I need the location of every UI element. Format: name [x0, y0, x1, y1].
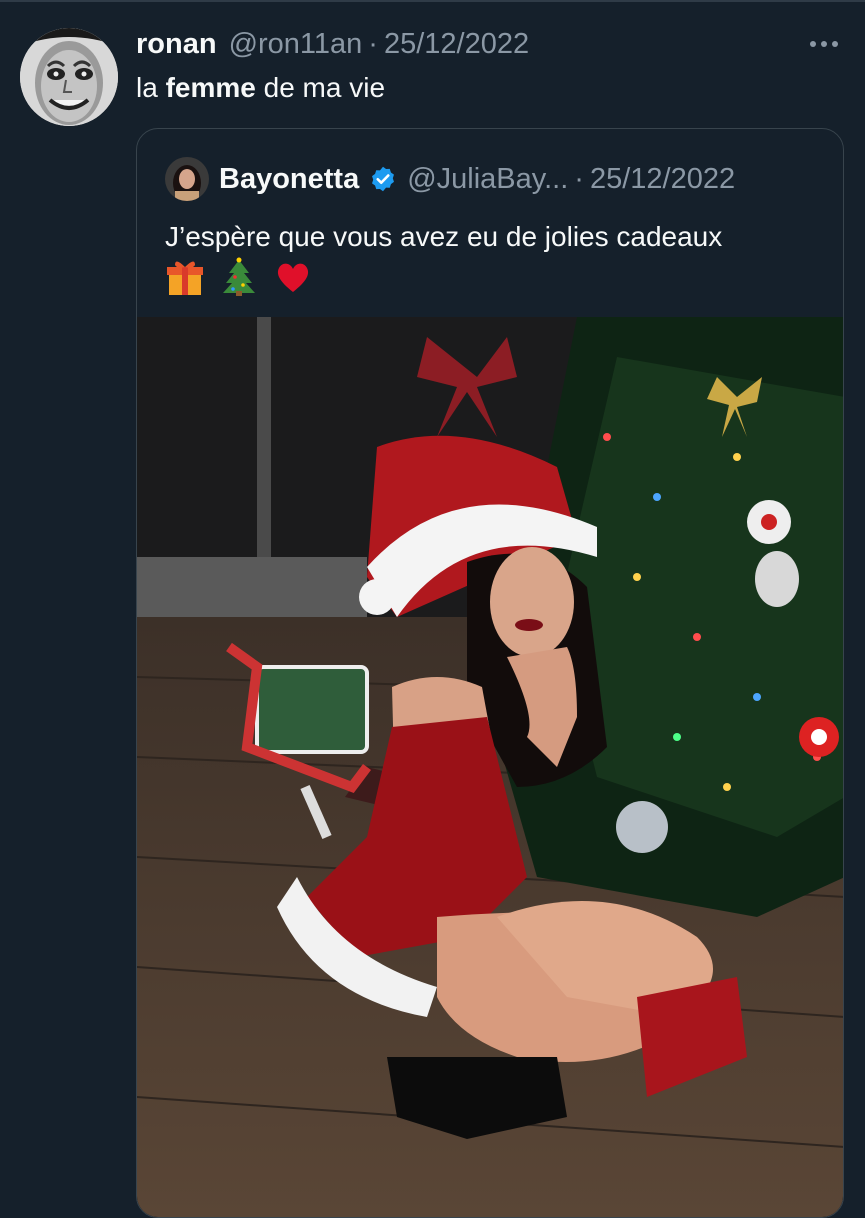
emoji-row	[165, 255, 313, 299]
avatar[interactable]	[20, 28, 118, 126]
quoted-text: J’espère que vous avez eu de jolies cade…	[165, 221, 723, 252]
quoted-avatar-image	[165, 157, 209, 201]
red-heart-icon	[277, 263, 309, 292]
avatar-image	[20, 28, 118, 126]
tweet-text-bold: femme	[165, 72, 256, 103]
tweet[interactable]: ronan @ron11an · 25/12/2022 la femme de …	[0, 0, 865, 1218]
tweet-text-part: la	[136, 72, 166, 103]
more-options-icon[interactable]	[804, 28, 844, 60]
tweet-date[interactable]: 25/12/2022	[384, 28, 529, 61]
quoted-author-name[interactable]: Bayonetta	[219, 163, 359, 196]
gift-icon	[167, 261, 203, 295]
quoted-photo[interactable]	[137, 317, 843, 1217]
separator-dot: ·	[368, 27, 378, 60]
tweet-text-part: de ma vie	[255, 72, 386, 103]
tweet-text: la femme de ma vie	[136, 70, 385, 106]
quoted-tweet[interactable]: Bayonetta @JuliaBay... · 25/12/2022 J’es…	[136, 128, 844, 1218]
quoted-author-handle[interactable]: @JuliaBay...	[407, 163, 568, 196]
verified-badge-icon	[372, 166, 395, 192]
separator-dot: ·	[574, 162, 584, 195]
author-handle[interactable]: @ron11an	[229, 28, 363, 61]
quoted-avatar[interactable]	[165, 157, 209, 201]
quoted-date[interactable]: 25/12/2022	[590, 163, 735, 196]
tweet-header: ronan @ron11an · 25/12/2022	[136, 26, 529, 62]
christmas-tree-icon	[223, 257, 255, 296]
quoted-header: Bayonetta @JuliaBay... · 25/12/2022	[219, 159, 735, 199]
author-name[interactable]: ronan	[136, 28, 217, 61]
christmas-photo-image	[137, 317, 843, 1217]
